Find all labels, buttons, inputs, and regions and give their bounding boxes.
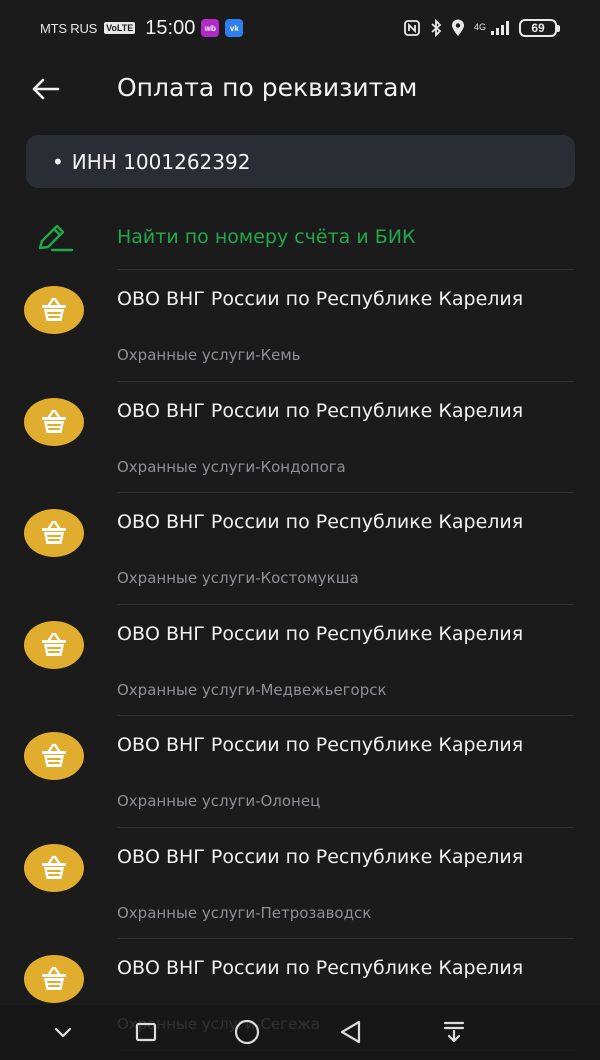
search-value: ИНН 1001262392 — [71, 149, 251, 174]
basket-icon — [24, 732, 84, 780]
list-item-title: ОВО ВНГ России по Республике Карелия — [117, 845, 524, 868]
status-left: MTS RUS VoLTE 15:00 wb vk — [40, 16, 244, 40]
list-item-subtitle: Охранные услуги-Петрозаводск — [117, 903, 372, 922]
basket-icon — [24, 509, 84, 557]
system-nav-bar — [0, 1005, 600, 1060]
list-item[interactable]: ОВО ВНГ России по Республике Карелия Охра… — [0, 493, 600, 605]
circle-icon — [234, 1019, 260, 1045]
download-tray-icon — [443, 1021, 465, 1043]
nav-notifications-button[interactable] — [439, 1017, 469, 1047]
list-item-title: ОВО ВНГ России по Республике Карелия — [117, 622, 524, 645]
search-input[interactable]: • ИНН 1001262392 — [26, 135, 575, 188]
find-by-account-label: Найти по номеру счёта и БИК — [117, 226, 416, 248]
square-icon — [135, 1022, 157, 1042]
app-bar: Оплата по реквизитам — [0, 60, 600, 116]
list-item[interactable]: ОВО ВНГ России по Республике Карелия Охра… — [0, 828, 600, 939]
status-bar: MTS RUS VoLTE 15:00 wb vk 4G 69 — [0, 0, 600, 56]
signal-icon — [490, 20, 510, 36]
back-button[interactable] — [28, 72, 62, 106]
list-item[interactable]: ОВО ВНГ России по Республике Карелия Охра… — [0, 270, 600, 382]
triangle-back-icon — [340, 1020, 361, 1044]
list-item-subtitle: Охранные услуги-Костомукша — [117, 569, 359, 587]
chevron-down-icon — [54, 1027, 72, 1038]
battery-tip — [557, 24, 560, 32]
list-item-subtitle: Охранные услуги-Медвежьегорск — [117, 680, 387, 699]
bluetooth-icon — [430, 19, 442, 37]
page-title: Оплата по реквизитам — [117, 73, 418, 102]
clock: 15:00 — [145, 16, 196, 39]
status-right: 4G 69 — [403, 19, 560, 37]
bullet-icon: • — [52, 149, 64, 174]
list-item-subtitle: Охранные услуги-Кондопога — [117, 457, 346, 476]
volte-badge: VoLTE — [104, 22, 136, 34]
battery-level: 69 — [519, 19, 557, 37]
arrow-left-icon — [32, 78, 60, 100]
list-item[interactable]: ОВО ВНГ России по Республике Карелия Охра… — [0, 605, 600, 716]
list-item-title: ОВО ВНГ России по Республике Карелия — [117, 734, 524, 756]
location-icon — [451, 19, 465, 37]
list-item-subtitle: Охранные услуги-Олонец — [117, 792, 321, 810]
find-by-account-button[interactable]: Найти по номеру счёта и БИК — [0, 210, 600, 266]
list-item-subtitle: Охранные услуги-Кемь — [117, 346, 301, 364]
nfc-icon — [403, 19, 421, 37]
basket-icon — [24, 620, 84, 669]
network-type: 4G — [473, 22, 486, 32]
list-item[interactable]: ОВО ВНГ России по Республике Карелия Охра… — [0, 382, 600, 493]
basket-icon — [24, 843, 84, 892]
nav-home-button[interactable] — [232, 1017, 262, 1047]
list-item-title: ОВО ВНГ России по Республике Карелия — [117, 957, 524, 979]
nav-recents-button[interactable] — [131, 1017, 161, 1047]
vk-app-icon: vk — [225, 19, 244, 37]
carrier-name: MTS RUS — [40, 20, 98, 36]
list-item-title: ОВО ВНГ России по Республике Карелия — [117, 511, 524, 533]
list-item[interactable]: ОВО ВНГ России по Республике Карелия Охра… — [0, 716, 600, 828]
list-item-title: ОВО ВНГ России по Республике Карелия — [117, 288, 524, 310]
battery-indicator: 69 — [519, 19, 560, 37]
results-list: ОВО ВНГ России по Республике Карелия Охра… — [0, 270, 600, 1051]
basket-icon — [24, 397, 84, 446]
basket-icon — [24, 286, 84, 334]
list-item-title: ОВО ВНГ России по Республике Карелия — [117, 399, 524, 422]
nav-collapse-button[interactable] — [48, 1017, 78, 1047]
pencil-icon — [38, 224, 74, 252]
wb-app-icon: wb — [201, 19, 220, 37]
basket-icon — [24, 955, 84, 1003]
nav-back-button[interactable] — [336, 1017, 366, 1047]
